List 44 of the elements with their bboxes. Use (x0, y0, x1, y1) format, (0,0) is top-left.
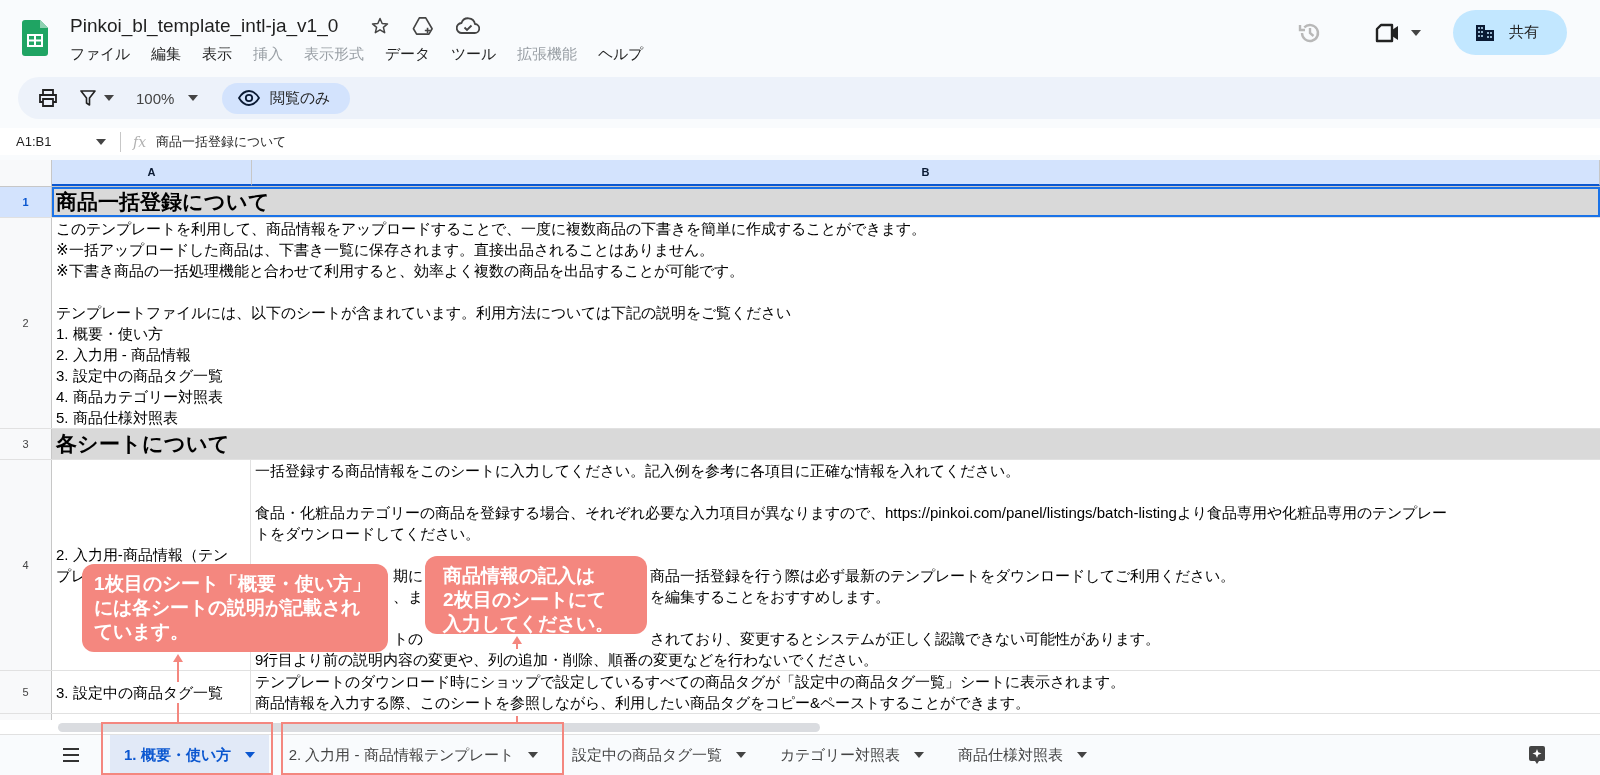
cell-text: 4. 商品カテゴリー対照表 (56, 386, 223, 407)
cell-text: 2. 入力用-商品情報（テン (56, 544, 228, 565)
row-header[interactable]: 2 (0, 218, 52, 428)
menu-item[interactable]: ツール (451, 45, 496, 64)
sheet-tab[interactable]: 設定中の商品タグ一覧 (557, 735, 760, 775)
fx-label: fx (133, 133, 147, 150)
menu-item[interactable]: ヘルプ (598, 45, 643, 64)
row-header[interactable]: 3 (0, 429, 52, 459)
cell-text: 、ま (393, 587, 423, 607)
row-header[interactable]: 5 (0, 671, 52, 713)
menu-item[interactable]: データ (385, 45, 430, 64)
sheet-tab[interactable]: 商品仕様対照表 (943, 735, 1101, 775)
cell-text: 3. 設定中の商品タグ一覧 (56, 365, 223, 386)
cell-text: テンプレートファイルには、以下のシートが含まれています。利用方法については下記の説明をご覧ください (56, 302, 791, 323)
cell-text: 2. 入力用 - 商品情報 (56, 344, 191, 365)
column-header[interactable]: B (252, 160, 1600, 186)
sheet-tab[interactable]: カテゴリー対照表 (765, 735, 938, 775)
sheet-tab[interactable]: 1. 概要・使い方 (110, 735, 269, 775)
name-box[interactable]: A1:B1 (0, 134, 120, 149)
heading-cell[interactable]: 商品一括登録について (52, 187, 1600, 217)
cell-text: を編集することをおすすめします。 (650, 587, 890, 607)
menu-item[interactable]: 表示 (202, 45, 232, 64)
row-header[interactable]: 1 (0, 187, 52, 217)
formula-field[interactable]: 商品一括登録について (156, 132, 287, 151)
cell-text: 食品・化粧品カテゴリーの商品を登録する場合、それぞれ必要な入力項目が異なりますので、https://pinkoi.com/panel/listings/batch-listingより食品専用や化粧品専用のテンプレー (255, 502, 1447, 523)
zoom-dropdown[interactable]: 100% (136, 89, 199, 107)
row-header[interactable]: 4 (0, 460, 52, 670)
cell-text: 期に (393, 566, 423, 586)
cell-text: トの (393, 629, 423, 649)
share-button[interactable]: 共有 (1453, 10, 1567, 55)
callout: 1枚目のシート「概要・使い方」 には各シートの説明が記載され ています。 (82, 564, 388, 652)
heading-cell[interactable]: 各シートについて (52, 429, 1600, 459)
cell-text: されており、変更するとシステムが正しく認識できない可能性があります。 (650, 629, 1160, 649)
view-only-button[interactable]: 閲覧のみ (222, 82, 351, 114)
cell-text: 1. 概要・使い方 (56, 323, 163, 344)
cell-text: 3. 設定中の商品タグ一覧 (56, 681, 223, 703)
menu-item[interactable]: ファイル (70, 45, 130, 64)
menu-item[interactable]: 編集 (151, 45, 181, 64)
cell-text: 5. 商品仕様対照表 (56, 407, 178, 428)
callout: 商品情報の記入は 2枚目のシートにて 入力してください。 (425, 556, 647, 634)
document-title[interactable]: Pinkoi_bl_template_intl-ja_v1_0 (70, 15, 339, 37)
sheet-tab[interactable]: 2. 入力用 - 商品情報テンプレート (274, 735, 552, 775)
column-header[interactable]: A (52, 160, 252, 186)
cell-text: 商品一括登録を行う際は必ず最新のテンプレートをダウンロードしてご利用ください。 (650, 566, 1235, 586)
